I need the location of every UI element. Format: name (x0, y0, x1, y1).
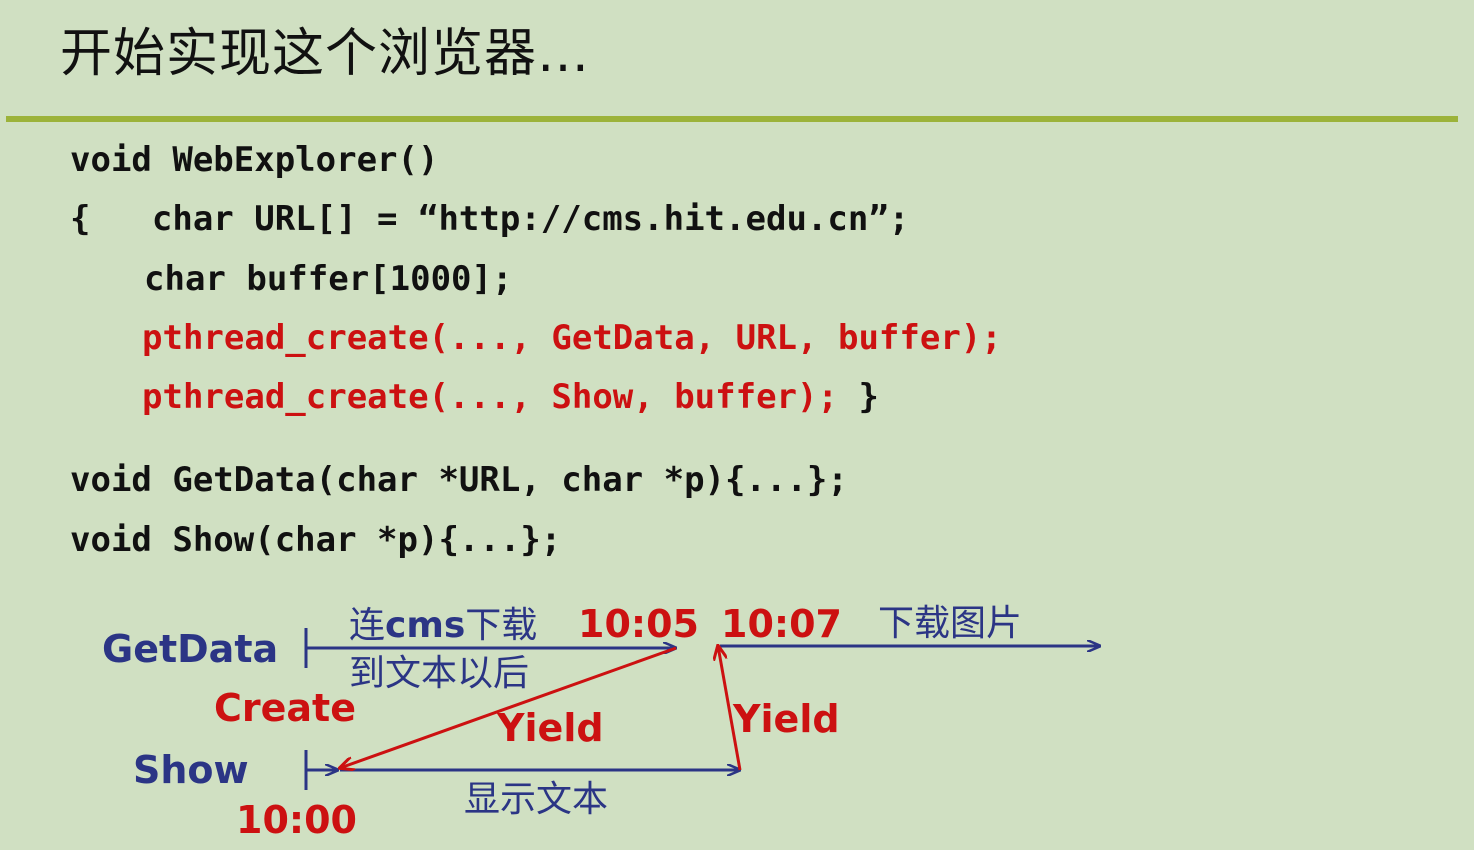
show-text-label: 显示文本 (464, 779, 609, 820)
time-1000-label: 10:00 (236, 798, 357, 842)
yield-label-second: Yield (733, 697, 840, 741)
time-1007-label: 10:07 (721, 602, 842, 646)
download-suffix: 下载 (465, 605, 538, 646)
create-label: Create (214, 686, 356, 730)
after-text-label: 到文本以后 (349, 653, 530, 694)
time-1005-label: 10:05 (578, 602, 699, 646)
show-thread-label: Show (133, 748, 249, 792)
getdata-thread-label: GetData (102, 627, 279, 671)
download-cms: cms (385, 605, 466, 646)
download-prefix: 连 (349, 605, 386, 646)
download-cms-label: 连cms下载 (349, 608, 537, 644)
yield-label-first: Yield (497, 706, 604, 750)
download-image-label: 下载图片 (878, 603, 1023, 644)
